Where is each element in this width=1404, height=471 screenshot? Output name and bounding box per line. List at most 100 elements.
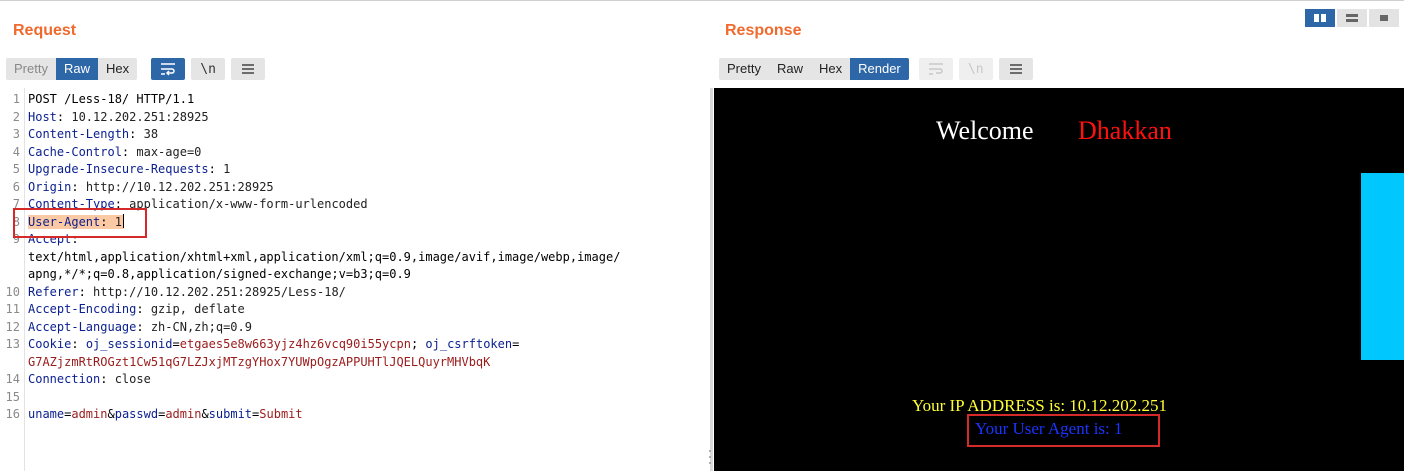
header-name: Referer (28, 284, 79, 299)
header-name: Content-Length (28, 127, 130, 141)
header-name: Accept-Language (28, 319, 137, 334)
layout-stacked-button[interactable] (1337, 9, 1367, 27)
response-title: Response (725, 22, 802, 39)
line-number: 5 (12, 162, 20, 176)
line-number: 11 (5, 302, 20, 316)
header-name: Accept-Encoding (28, 302, 137, 316)
request-tab-pretty[interactable]: Pretty (6, 58, 56, 80)
header-name: Cookie (28, 337, 72, 351)
request-line: G7AZjzmRtROGzt1Cw51qG7LZJxjMTzgYHox7YUWp… (28, 354, 490, 372)
line-number: 13 (5, 337, 20, 351)
param-name: submit (208, 407, 253, 421)
pane-splitter[interactable] (710, 88, 713, 471)
splitter-grip-icon (709, 450, 711, 464)
header-value: application/x-www-form-urlencoded (129, 197, 368, 211)
response-view-tabs: Pretty Raw Hex Render (719, 58, 909, 80)
layout-switcher (1305, 9, 1399, 27)
request-view-tabs: Pretty Raw Hex (6, 58, 138, 80)
request-line: Host: 10.12.202.251:28925 (28, 109, 209, 124)
cookie-name: oj_sessionid (85, 337, 173, 351)
request-line: Accept-Language: zh-CN,zh;q=0.9 (28, 319, 252, 334)
layout-side-by-side-button[interactable] (1305, 9, 1335, 27)
line-number: 14 (5, 372, 20, 386)
header-value: zh-CN,zh;q=0.9 (150, 319, 252, 334)
response-tab-raw[interactable]: Raw (769, 58, 811, 80)
line-text: text/html,application/xhtml+xml,applicat… (28, 249, 621, 264)
header-value: 1 (223, 162, 231, 176)
dhakkan-text: Dhakkan (1078, 116, 1172, 145)
line-text: POST /Less-18/ HTTP/1.1 (28, 92, 195, 106)
line-number: 15 (5, 389, 20, 404)
newline-icon: \n (200, 61, 216, 77)
cookie-value: etgaes5e8w663yjz4hz6vcq90i55ycpn (179, 337, 411, 351)
newline-icon: \n (967, 61, 984, 77)
line-number: 1 (12, 92, 20, 106)
header-value: 10.12.202.251:28925 (71, 109, 209, 124)
header-value: 38 (143, 127, 159, 141)
request-line: Connection: close (28, 372, 151, 386)
request-line: Content-Length: 38 (28, 127, 159, 141)
request-tab-raw[interactable]: Raw (55, 58, 98, 80)
param-value: admin (71, 407, 108, 421)
line-number: 4 (12, 144, 20, 159)
single-pane-icon (1380, 15, 1388, 21)
request-line: Cache-Control: max-age=0 (28, 144, 202, 159)
request-line: uname=admin&passwd=admin&submit=Submit (28, 407, 303, 421)
request-line: text/html,application/xhtml+xml,applicat… (28, 249, 620, 267)
response-tab-pretty[interactable]: Pretty (719, 58, 769, 80)
menu-icon (242, 64, 255, 74)
newline-button[interactable]: \n (191, 58, 226, 80)
request-line: Upgrade-Insecure-Requests: 1 (28, 162, 231, 176)
header-name: Host (28, 109, 57, 124)
header-name: Connection (28, 372, 101, 386)
request-title: Request (13, 22, 77, 39)
cookie-name: oj_csrftoken (425, 337, 513, 351)
request-line: apng,*/*;q=0.8,application/signed-exchan… (28, 266, 411, 284)
wrap-lines-icon (161, 63, 176, 76)
header-name: Upgrade-Insecure-Requests (28, 162, 209, 176)
user-agent-result-annotation-box (967, 414, 1160, 447)
header-name: Cache-Control (28, 144, 122, 159)
response-tab-render[interactable]: Render (850, 58, 909, 80)
ip-address-text: Your IP ADDRESS is: 10.12.202.251 (912, 396, 1168, 415)
request-line: Cookie: oj_sessionid=etgaes5e8w663yjz4hz… (28, 337, 520, 351)
line-number: 2 (12, 109, 20, 124)
request-menu-button[interactable] (231, 58, 266, 80)
wrap-lines-icon (928, 63, 943, 75)
user-agent-annotation-box (13, 208, 147, 238)
header-value: max-age=0 (136, 144, 202, 159)
line-number: 6 (12, 179, 20, 194)
response-render-view: Welcome Dhakkan Your IP ADDRESS is: 10.1… (714, 88, 1404, 471)
welcome-text: Welcome (936, 116, 1034, 145)
request-editor[interactable]: 1 POST /Less-18/ HTTP/1.1 2 Host: 10.12.202… (0, 88, 708, 471)
line-number: 3 (12, 127, 20, 141)
request-line: Accept-Encoding: gzip, deflate (28, 302, 245, 316)
wrap-lines-button[interactable] (151, 58, 186, 80)
line-number: 10 (5, 284, 20, 299)
param-value: admin (165, 407, 202, 421)
line-number: 12 (5, 319, 20, 334)
request-toolbar: Pretty Raw Hex \n (6, 58, 266, 80)
menu-icon (1009, 64, 1022, 74)
response-tab-hex[interactable]: Hex (811, 58, 850, 80)
response-menu-button[interactable] (998, 58, 1033, 80)
param-value: Submit (259, 407, 303, 421)
request-line: POST /Less-18/ HTTP/1.1 (28, 91, 194, 109)
header-value: http://10.12.202.251:28925/Less-18/ (93, 284, 346, 299)
response-toolbar: Pretty Raw Hex Render \n (719, 58, 1033, 80)
layout-tabs-button[interactable] (1369, 9, 1399, 27)
line-number: 16 (5, 407, 20, 421)
request-tab-hex[interactable]: Hex (98, 58, 137, 80)
header-value: close (114, 372, 151, 386)
header-name: Origin (28, 179, 72, 194)
response-newline-button[interactable]: \n (958, 58, 993, 80)
request-line: Referer: http://10.12.202.251:28925/Less… (28, 284, 346, 299)
cyan-image-block (1361, 173, 1404, 360)
rows-icon (1346, 14, 1358, 22)
line-text: G7AZjzmRtROGzt1Cw51qG7LZJxjMTzgYHox7YUWp… (28, 354, 491, 369)
param-name: passwd (114, 407, 159, 421)
line-text: apng,*/*;q=0.8,application/signed-exchan… (28, 267, 411, 281)
response-wrap-lines-button[interactable] (918, 58, 953, 80)
header-value: gzip, deflate (150, 302, 245, 316)
header-value: http://10.12.202.251:28925 (85, 179, 274, 194)
